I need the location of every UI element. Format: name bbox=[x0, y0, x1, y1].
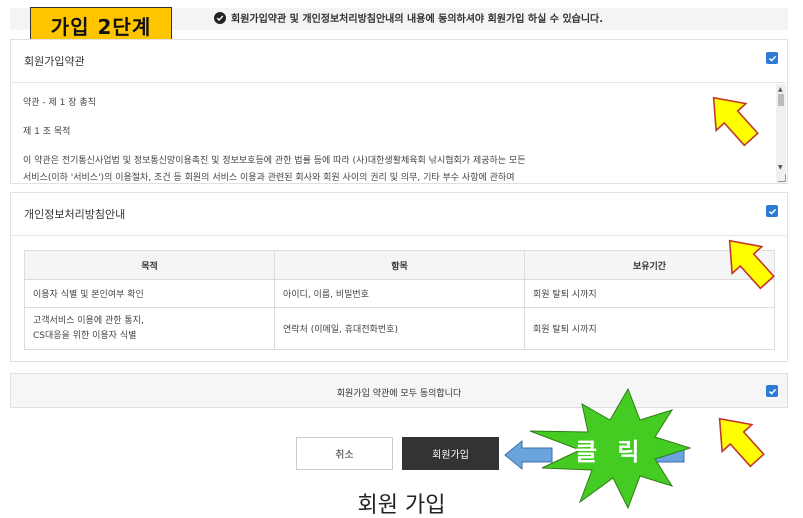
agree-all-panel: 회원가입 약관에 모두 동의합니다 bbox=[10, 373, 788, 408]
privacy-table: 목적 항목 보유기간 이용자 식별 및 본인여부 확인 아이디, 이름, 비밀번… bbox=[24, 250, 775, 350]
terms-textarea[interactable]: 약관 - 제 1 장 총칙 제 1 조 목적 이 약관은 전기통신사업법 및 정… bbox=[11, 84, 777, 183]
privacy-agree-checkbox[interactable] bbox=[766, 205, 778, 217]
terms-scrollbar[interactable]: ▲ ▼ bbox=[776, 84, 786, 183]
terms-line: 약관 - 제 1 장 총칙 bbox=[23, 98, 96, 108]
table-cell: 회원 탈퇴 시까지 bbox=[524, 279, 775, 308]
terms-line: 제 1 조 목적 bbox=[23, 127, 71, 137]
table-cell: 이용자 식별 및 본인여부 확인 bbox=[24, 279, 275, 308]
terms-header: 회원가입약관 bbox=[11, 40, 787, 83]
table-row: 이용자 식별 및 본인여부 확인 아이디, 이름, 비밀번호 회원 탈퇴 시까지 bbox=[24, 279, 775, 308]
table-header: 목적 bbox=[24, 250, 275, 280]
checkmark-icon bbox=[768, 208, 776, 215]
scroll-thumb[interactable] bbox=[778, 94, 784, 106]
notice-text: 회원가입약관 및 개인정보처리방침안내의 내용에 동의하셔야 회원가입 하실 수… bbox=[231, 14, 604, 25]
table-cell: 연락처 (이메일, 휴대전화번호) bbox=[274, 307, 525, 350]
checkmark-icon bbox=[768, 55, 776, 62]
table-header: 항목 bbox=[274, 250, 525, 280]
step-label: 가입 2단계 bbox=[30, 7, 172, 43]
table-cell: 회원 탈퇴 시까지 bbox=[524, 307, 775, 350]
resize-handle-icon[interactable] bbox=[778, 174, 786, 182]
blue-arrow-icon bbox=[645, 447, 685, 463]
agree-all-checkbox[interactable] bbox=[766, 385, 778, 397]
check-circle-icon bbox=[214, 11, 226, 24]
terms-panel: 회원가입약관 약관 - 제 1 장 총칙 제 1 조 목적 이 약관은 전기통신… bbox=[10, 39, 788, 184]
checkmark-icon bbox=[768, 388, 776, 395]
yellow-arrow-icon bbox=[718, 417, 765, 468]
table-cell: 아이디, 이름, 비밀번호 bbox=[274, 279, 525, 308]
terms-title: 회원가입약관 bbox=[24, 55, 85, 68]
join-button[interactable]: 회원가입 bbox=[402, 437, 499, 470]
scroll-down-icon[interactable]: ▼ bbox=[778, 164, 783, 171]
agree-all-label: 회원가입 약관에 모두 동의합니다 bbox=[336, 389, 462, 399]
table-row: 고객서비스 이용에 관한 통지, CS대응을 위한 이용자 식별 연락처 (이메… bbox=[24, 307, 775, 350]
blue-arrow-icon bbox=[504, 439, 553, 471]
privacy-title: 개인정보처리방침안내 bbox=[24, 208, 126, 221]
terms-line: 서비스(이하 '서비스')의 이용절차, 조건 등 회원의 서비스 이용과 관련… bbox=[23, 173, 515, 183]
table-cell: 고객서비스 이용에 관한 통지, CS대응을 위한 이용자 식별 bbox=[24, 307, 275, 350]
table-header: 보유기간 bbox=[524, 250, 775, 280]
click-callout: 클 릭 bbox=[575, 438, 646, 466]
page-title: 회원 가입 bbox=[357, 493, 446, 518]
scroll-up-icon[interactable]: ▲ bbox=[778, 86, 783, 93]
privacy-header: 개인정보처리방침안내 bbox=[11, 193, 787, 236]
terms-line: 이 약관은 전기통신사업법 및 정보통신망이용촉진 및 정보보호등에 관한 법률… bbox=[23, 156, 526, 166]
privacy-panel: 개인정보처리방침안내 목적 항목 보유기간 이용자 식별 및 본인여부 확인 아… bbox=[10, 192, 788, 362]
terms-agree-checkbox[interactable] bbox=[766, 52, 778, 64]
cancel-button[interactable]: 취소 bbox=[296, 437, 393, 470]
agreement-notice: 회원가입약관 및 개인정보처리방침안내의 내용에 동의하셔야 회원가입 하실 수… bbox=[214, 10, 603, 25]
